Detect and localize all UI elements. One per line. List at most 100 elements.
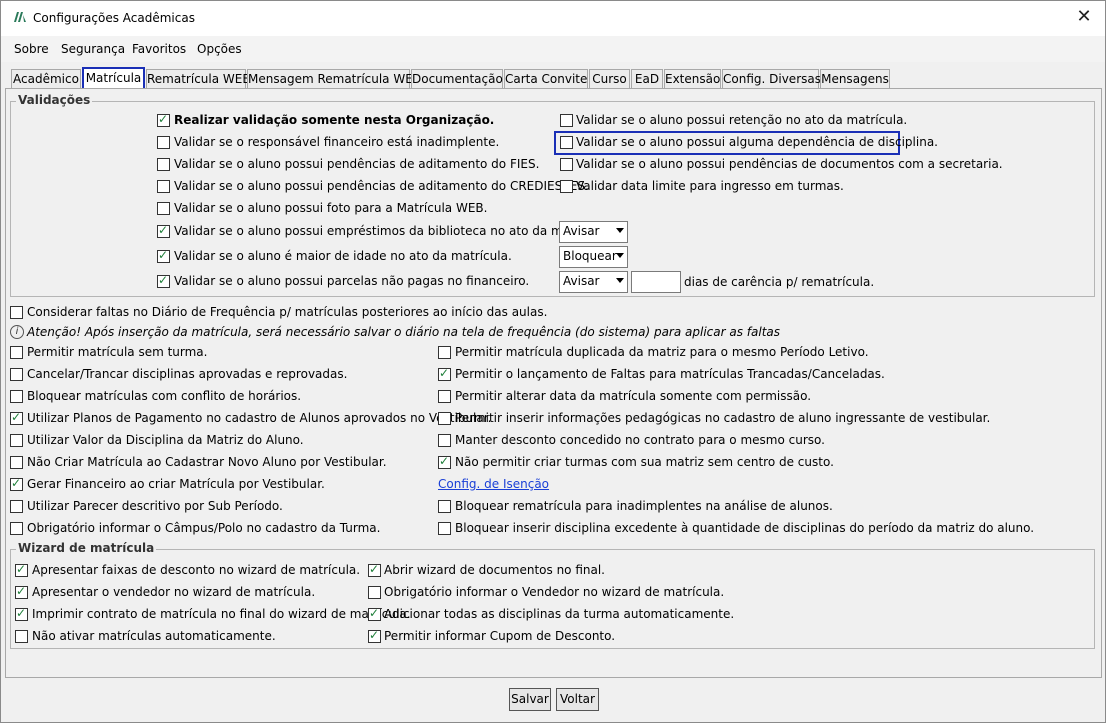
bottom-bar: Salvar Voltar	[1, 682, 1105, 722]
label-wizard-right: Obrigatório informar o Vendedor no wizar…	[384, 585, 725, 599]
label-foto-matricula-web: Validar se o aluno possui foto para a Ma…	[174, 201, 488, 215]
back-button[interactable]: Voltar	[556, 688, 599, 711]
label-option-left: Não Criar Matrícula ao Cadastrar Novo Al…	[27, 455, 387, 469]
tab-rematricula-web[interactable]: Rematrícula WEB	[146, 69, 251, 89]
checkbox-emprestimos-biblioteca[interactable]	[157, 223, 170, 238]
label-dependencia-disciplina: Validar se o aluno possui alguma dependê…	[576, 135, 938, 149]
checkbox-option-right[interactable]	[438, 346, 451, 359]
checkbox-parcelas-nao-pagas[interactable]	[157, 273, 170, 288]
select-parcelas[interactable]: Avisar	[559, 271, 628, 293]
label-option-right: Permitir alterar data da matrícula somen…	[455, 389, 812, 403]
menu-opcoes[interactable]: Opções	[197, 42, 242, 56]
checkbox-option-left[interactable]	[10, 390, 23, 403]
label-wizard-left: Imprimir contrato de matrícula no final …	[32, 607, 411, 621]
validacoes-group: Validações	[10, 93, 1095, 297]
checkbox-pendencias-credies[interactable]	[157, 180, 170, 193]
tab-mensagem-rematricula-web[interactable]: Mensagem Rematrícula WEB	[247, 69, 421, 89]
checkbox-option-right[interactable]	[438, 412, 451, 425]
checkbox-option-left[interactable]	[10, 410, 23, 425]
checkbox-dependencia-disciplina[interactable]	[560, 136, 573, 149]
title-bar: Configurações Acadêmicas ✕	[1, 1, 1105, 36]
tab-panel-matricula: Validações Realizar validação somente ne…	[5, 88, 1102, 678]
checkbox-option-left[interactable]	[10, 476, 23, 491]
label-carencia: dias de carência p/ rematrícula.	[684, 275, 875, 289]
checkbox-wizard-left[interactable]	[15, 584, 28, 599]
label-pendencias-fies: Validar se o aluno possui pendências de …	[174, 157, 540, 171]
tab-documentacao[interactable]: Documentação	[411, 69, 503, 89]
checkbox-wizard-left[interactable]	[15, 606, 28, 621]
checkbox-wizard-right[interactable]	[368, 586, 381, 599]
carencia-input[interactable]	[631, 271, 681, 293]
checkbox-option-left[interactable]	[10, 434, 23, 447]
label-option-right: Bloquear inserir disciplina excedente à …	[455, 521, 1035, 535]
select-parcelas-value: Avisar	[563, 274, 600, 288]
app-logo-icon	[14, 12, 26, 22]
label-option-left: Bloquear matrículas com conflito de horá…	[27, 389, 302, 403]
checkbox-wizard-right[interactable]	[368, 606, 381, 621]
label-option-left: Utilizar Parecer descritivo por Sub Perí…	[27, 499, 283, 513]
info-icon: i	[10, 325, 24, 339]
select-biblioteca-value: Avisar	[563, 224, 600, 238]
checkbox-responsavel-inadimplente[interactable]	[157, 136, 170, 149]
checkbox-option-right[interactable]	[438, 522, 451, 535]
checkbox-maior-idade[interactable]	[157, 248, 170, 263]
checkbox-option-right[interactable]	[438, 454, 451, 469]
wizard-title: Wizard de matrícula	[16, 541, 157, 555]
checkbox-option-right[interactable]	[438, 500, 451, 513]
label-data-limite-ingresso: Validar data limite para ingresso em tur…	[576, 179, 844, 193]
label-retencao: Validar se o aluno possui retenção no at…	[576, 113, 908, 127]
menu-sobre[interactable]: Sobre	[14, 42, 49, 56]
label-option-right: Não permitir criar turmas com sua matriz…	[455, 455, 834, 469]
checkbox-option-right[interactable]	[438, 390, 451, 403]
label-wizard-right: Abrir wizard de documentos no final.	[384, 563, 605, 577]
checkbox-pendencias-fies[interactable]	[157, 158, 170, 171]
checkbox-option-left[interactable]	[10, 456, 23, 469]
tab-config-diversas[interactable]: Config. Diversas	[722, 69, 821, 89]
checkbox-option-right[interactable]	[438, 434, 451, 447]
checkbox-option-left[interactable]	[10, 522, 23, 535]
label-option-right: Manter desconto concedido no contrato pa…	[455, 433, 825, 447]
select-biblioteca[interactable]: Avisar	[559, 221, 628, 243]
tab-academico[interactable]: Acadêmico	[11, 69, 81, 89]
label-option-right: Permitir inserir informações pedagógicas…	[455, 411, 991, 425]
tab-extensao[interactable]: Extensão	[664, 69, 721, 89]
checkbox-pendencias-documentos[interactable]	[560, 158, 573, 171]
checkbox-retencao[interactable]	[560, 114, 573, 127]
checkbox-option-right[interactable]	[438, 366, 451, 381]
label-maior-idade: Validar se o aluno é maior de idade no a…	[174, 249, 512, 263]
tab-carta-convite[interactable]: Carta Convite	[504, 69, 588, 89]
tab-mensagens[interactable]: Mensagens	[820, 69, 890, 89]
checkbox-wizard-left[interactable]	[15, 562, 28, 577]
checkbox-data-limite-ingresso[interactable]	[560, 180, 573, 193]
checkbox-wizard-right[interactable]	[368, 562, 381, 577]
checkbox-option-left[interactable]	[10, 346, 23, 359]
label-option-left: Obrigatório informar o Câmpus/Polo no ca…	[27, 521, 381, 535]
checkbox-option-left[interactable]	[10, 368, 23, 381]
save-button[interactable]: Salvar	[509, 688, 551, 711]
tab-curso[interactable]: Curso	[589, 69, 630, 89]
close-button[interactable]: ✕	[1071, 6, 1097, 30]
checkbox-considerar-faltas[interactable]	[10, 306, 23, 319]
label-option-left: Utilizar Valor da Disciplina da Matriz d…	[27, 433, 304, 447]
tab-matricula[interactable]: Matrícula	[82, 67, 145, 90]
menu-favoritos[interactable]: Favoritos	[132, 42, 186, 56]
label-pendencias-credies: Validar se o aluno possui pendências de …	[174, 179, 589, 193]
validacoes-title: Validações	[16, 93, 93, 107]
tab-ead[interactable]: EaD	[631, 69, 663, 89]
menu-seguranca[interactable]: Segurança	[61, 42, 125, 56]
note-text: Atenção! Após inserção da matrícula, ser…	[27, 325, 781, 339]
checkbox-wizard-right[interactable]	[368, 628, 381, 643]
label-wizard-right: Permitir informar Cupom de Desconto.	[384, 629, 616, 643]
checkbox-wizard-left[interactable]	[15, 630, 28, 643]
label-option-left: Utilizar Planos de Pagamento no cadastro…	[27, 411, 492, 425]
label-option-right: Permitir matrícula duplicada da matriz p…	[455, 345, 869, 359]
checkbox-realizar-validacao[interactable]	[157, 112, 170, 127]
label-wizard-left: Apresentar faixas de desconto no wizard …	[32, 563, 361, 577]
chevron-down-icon	[616, 228, 624, 233]
select-idade[interactable]: Bloquear	[559, 246, 628, 268]
checkbox-foto-matricula-web[interactable]	[157, 202, 170, 215]
checkbox-option-left[interactable]	[10, 500, 23, 513]
label-option-right: Permitir o lançamento de Faltas para mat…	[455, 367, 885, 381]
app-window: Configurações Acadêmicas ✕ Sobre Seguran…	[0, 0, 1106, 723]
link-config-isencao[interactable]: Config. de Isenção	[438, 477, 549, 491]
